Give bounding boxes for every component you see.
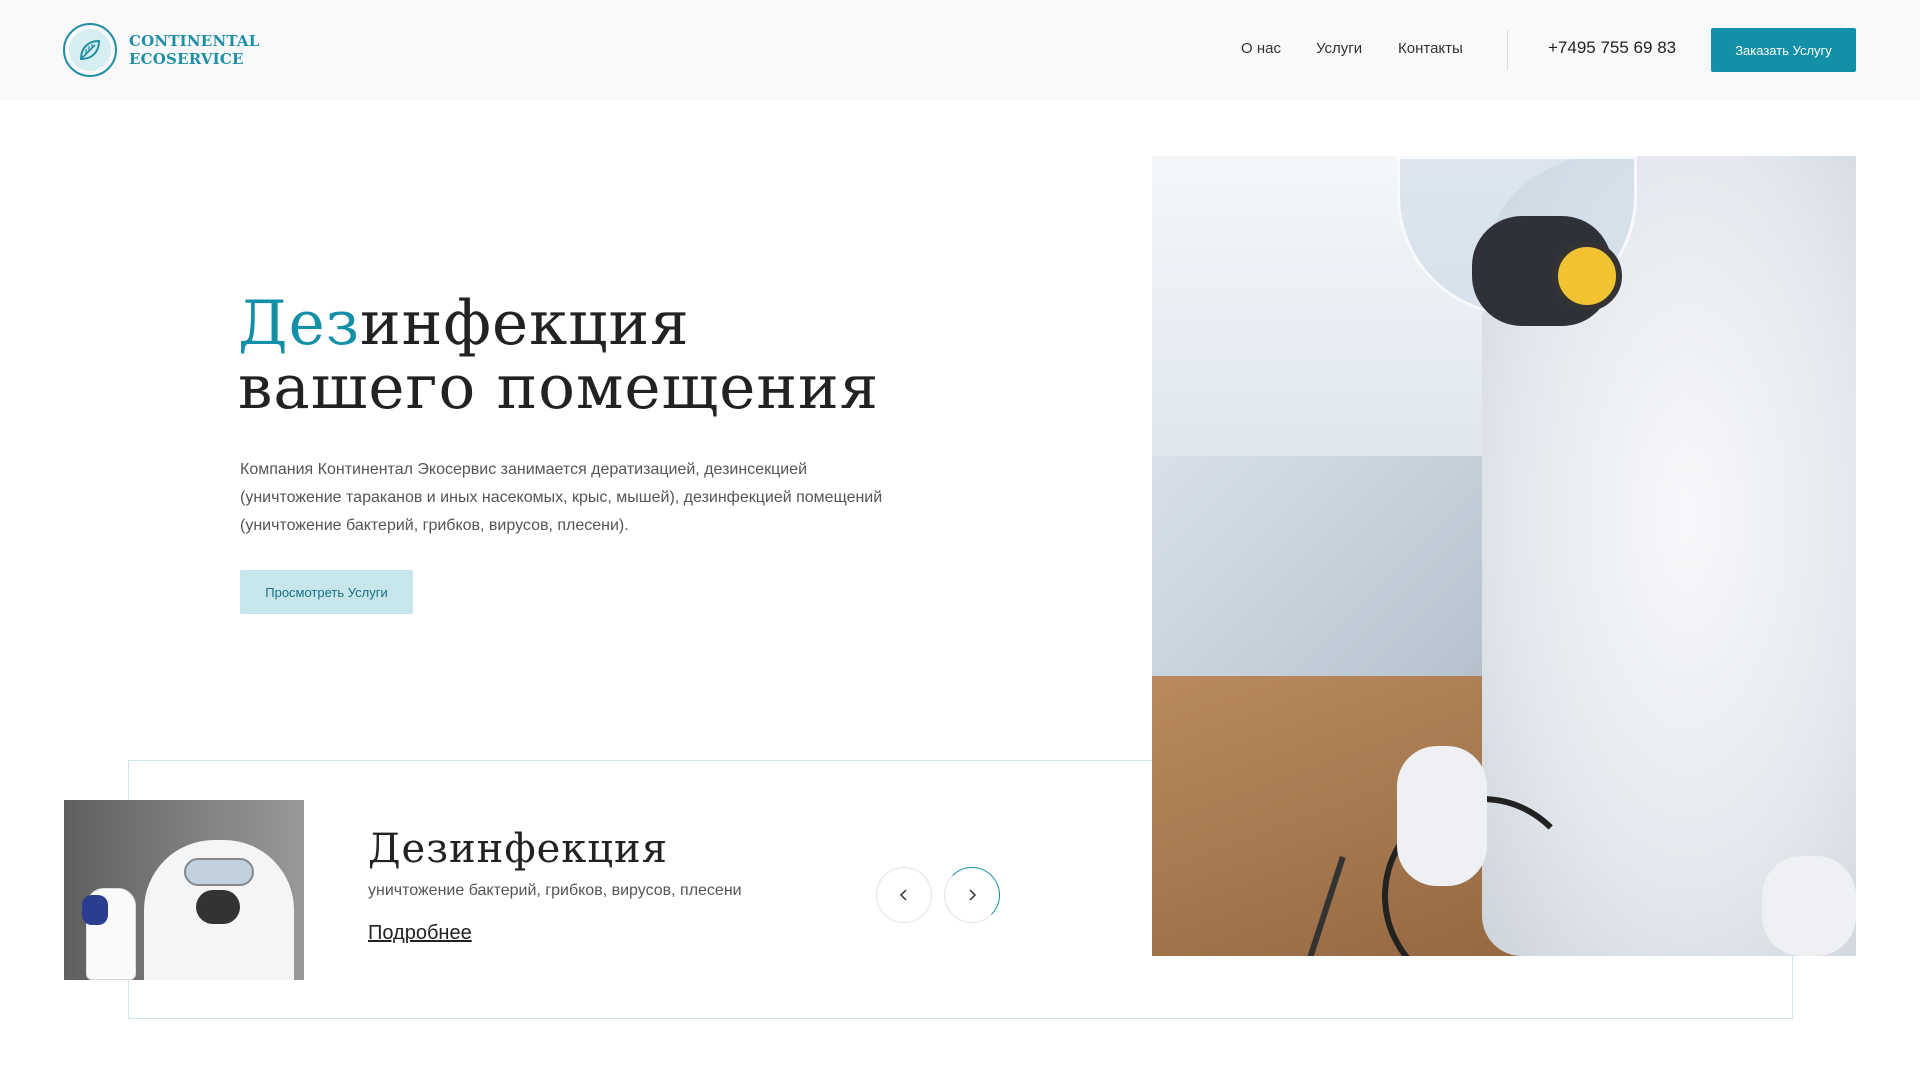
nav-item-about[interactable]: О нас [1241,40,1281,57]
view-services-button[interactable]: Просмотреть Услуги [240,570,413,614]
hero-title: Дезинфекция вашего помещения [238,292,879,420]
logo-line-1: CONTINENTAL [129,32,260,50]
site-header: CONTINENTAL ECOSERVICE О нас Услуги Конт… [0,0,1920,100]
logo-text: CONTINENTAL ECOSERVICE [129,32,259,68]
slider-next-button[interactable] [944,867,1000,923]
chevron-left-icon [899,889,907,901]
chevron-right-icon [969,889,977,901]
hero-title-line2: вашего помещения [238,352,880,423]
logo-line-2: ECOSERVICE [129,50,244,68]
hero-title-rest: инфекция [359,288,690,359]
slider-prev-button[interactable] [876,867,932,923]
hero-photo-disinfection-worker [1152,156,1856,956]
slide-title: Дезинфекция [368,826,668,872]
logo[interactable]: CONTINENTAL ECOSERVICE [63,23,259,77]
hero-description: Компания Континентал Экосервис занимаетс… [240,461,883,534]
order-service-button[interactable]: Заказать Услугу [1711,28,1856,72]
phone-number[interactable]: +7495 755 69 83 [1548,38,1676,58]
nav-item-contacts[interactable]: Контакты [1398,40,1463,57]
nav-divider [1507,30,1508,70]
slide-more-link[interactable]: Подробнее [368,922,472,945]
hero-title-accent: Дез [238,288,360,359]
slide-description: уничтожение бактерий, грибков, вирусов, … [368,882,742,899]
leaf-logo-icon [63,23,117,77]
nav-item-services[interactable]: Услуги [1316,40,1362,57]
slide-photo [64,800,304,980]
